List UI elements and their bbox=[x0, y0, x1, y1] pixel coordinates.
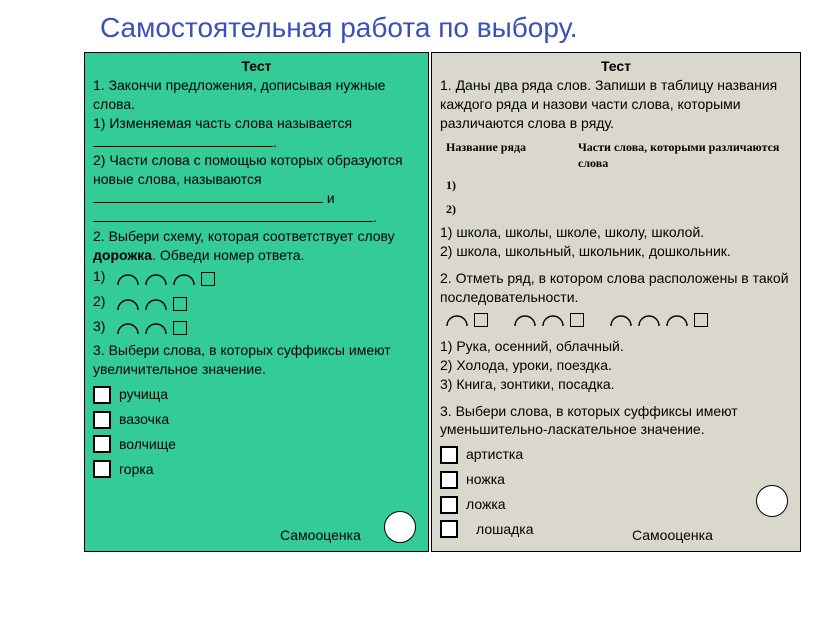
blank-input-3[interactable] bbox=[93, 209, 373, 223]
checkbox[interactable] bbox=[440, 496, 458, 514]
left-word-3: волчище bbox=[93, 435, 420, 454]
arc-icon bbox=[610, 315, 632, 327]
checkbox[interactable] bbox=[93, 460, 111, 478]
right-head: Тест bbox=[440, 57, 792, 76]
table-r2[interactable]: 2) bbox=[440, 197, 572, 221]
self-eval-circle[interactable] bbox=[384, 511, 416, 543]
arc-icon bbox=[117, 299, 139, 311]
square-icon bbox=[173, 321, 187, 335]
left-scheme-1[interactable]: 1) bbox=[93, 267, 420, 286]
left-q1-p2: 2) Части слова с помощью которых образую… bbox=[93, 151, 420, 189]
left-w3: волчище bbox=[119, 435, 176, 454]
mini-table: Название ряда Части слова, которыми разл… bbox=[440, 137, 792, 222]
right-w4: лошадка bbox=[466, 520, 534, 539]
card-right: Тест 1. Даны два ряда слов. Запиши в таб… bbox=[431, 52, 801, 552]
square-icon bbox=[201, 272, 215, 286]
right-self-label: Самооценка bbox=[632, 526, 713, 545]
left-q2: 2. Выбери схему, которая соответствует с… bbox=[93, 227, 420, 265]
left-q1-p2-blank2row: . bbox=[93, 208, 420, 227]
right-row2: 2) школа, школьный, школьник, дошкольник… bbox=[440, 242, 792, 261]
left-q3: 3. Выбери слова, в которых суффиксы имею… bbox=[93, 341, 420, 379]
table-th1: Название ряда bbox=[440, 137, 572, 173]
left-word-4: горка bbox=[93, 460, 420, 479]
left-q2-word: дорожка bbox=[93, 247, 152, 263]
left-q1-p1-blankrow: . bbox=[93, 133, 420, 152]
right-w3: ложка bbox=[466, 495, 506, 514]
left-q1-line1: 1. Закончи предложения, дописывая нужные… bbox=[93, 76, 420, 114]
square-icon bbox=[173, 297, 187, 311]
arc-icon bbox=[145, 274, 167, 286]
left-q1-p1: 1) Изменяемая часть слова называется bbox=[93, 114, 420, 133]
table-r1[interactable]: 1) bbox=[440, 173, 572, 197]
left-head: Тест bbox=[93, 57, 420, 76]
arc-icon bbox=[446, 315, 468, 327]
left-scheme-3[interactable]: 3) bbox=[93, 317, 420, 336]
left-w4: горка bbox=[119, 460, 154, 479]
left-q2b: . Обведи номер ответа. bbox=[152, 247, 304, 263]
right-q1: 1. Даны два ряда слов. Запиши в таблицу … bbox=[440, 76, 792, 133]
page-title: Самостоятельная работа по выбору. bbox=[100, 12, 578, 44]
left-q2a: 2. Выбери схему, которая соответствует с… bbox=[93, 228, 395, 244]
checkbox[interactable] bbox=[440, 446, 458, 464]
left-q1-p1a: 1) Изменяемая часть слова называется bbox=[93, 115, 352, 131]
table-th2: Части слова, которыми различаются слова bbox=[572, 137, 792, 173]
left-opt3-num: 3) bbox=[93, 317, 111, 336]
left-word-2: вазочка bbox=[93, 410, 420, 429]
left-scheme-2[interactable]: 2) bbox=[93, 292, 420, 311]
left-q1-p2-join: и bbox=[323, 190, 335, 206]
right-ans1: 1) Рука, осенний, облачный. bbox=[440, 337, 792, 356]
left-w1: ручища bbox=[119, 385, 168, 404]
arc-icon bbox=[514, 315, 536, 327]
arc-icon bbox=[542, 315, 564, 327]
right-q2: 2. Отметь ряд, в котором слова расположе… bbox=[440, 269, 792, 307]
left-self-label: Самооценка bbox=[280, 526, 361, 545]
arc-icon bbox=[117, 323, 139, 335]
arc-icon bbox=[173, 274, 195, 286]
right-word-4: лошадка bbox=[440, 520, 792, 539]
right-word-3: ложка bbox=[440, 495, 792, 514]
square-icon bbox=[694, 313, 708, 327]
right-word-2: ножка bbox=[440, 470, 792, 489]
right-word-1: артистка bbox=[440, 445, 792, 464]
left-opt2-num: 2) bbox=[93, 292, 111, 311]
checkbox[interactable] bbox=[440, 471, 458, 489]
right-w2: ножка bbox=[466, 470, 505, 489]
left-q1-p2-trail2: . bbox=[373, 209, 377, 225]
square-icon bbox=[570, 313, 584, 327]
left-opt1-num: 1) bbox=[93, 267, 111, 286]
right-ans2: 2) Холода, уроки, поездка. bbox=[440, 356, 792, 375]
right-w1: артистка bbox=[466, 445, 523, 464]
arc-icon bbox=[666, 315, 688, 327]
arc-icon bbox=[117, 274, 139, 286]
arc-icon bbox=[145, 299, 167, 311]
blank-input-1[interactable] bbox=[93, 133, 273, 147]
blank-input-2[interactable] bbox=[93, 190, 323, 204]
square-icon bbox=[474, 313, 488, 327]
left-q1-p2-blanks: и bbox=[93, 189, 420, 208]
checkbox[interactable] bbox=[93, 386, 111, 404]
columns: Тест 1. Закончи предложения, дописывая н… bbox=[84, 52, 801, 552]
right-row1: 1) школа, школы, школе, школу, школой. bbox=[440, 223, 792, 242]
arc-icon bbox=[638, 315, 660, 327]
right-ans3: 3) Книга, зонтики, посадка. bbox=[440, 375, 792, 394]
right-sequence-row bbox=[446, 313, 792, 327]
left-word-1: ручища bbox=[93, 385, 420, 404]
self-eval-circle[interactable] bbox=[756, 485, 788, 517]
right-q3: 3. Выбери слова, в которых суффиксы имею… bbox=[440, 402, 792, 440]
card-left: Тест 1. Закончи предложения, дописывая н… bbox=[84, 52, 429, 552]
arc-icon bbox=[145, 323, 167, 335]
left-w2: вазочка bbox=[119, 410, 169, 429]
checkbox[interactable] bbox=[93, 435, 111, 453]
left-q1-p1-trail: . bbox=[273, 134, 277, 150]
checkbox[interactable] bbox=[93, 411, 111, 429]
checkbox[interactable] bbox=[440, 520, 458, 538]
